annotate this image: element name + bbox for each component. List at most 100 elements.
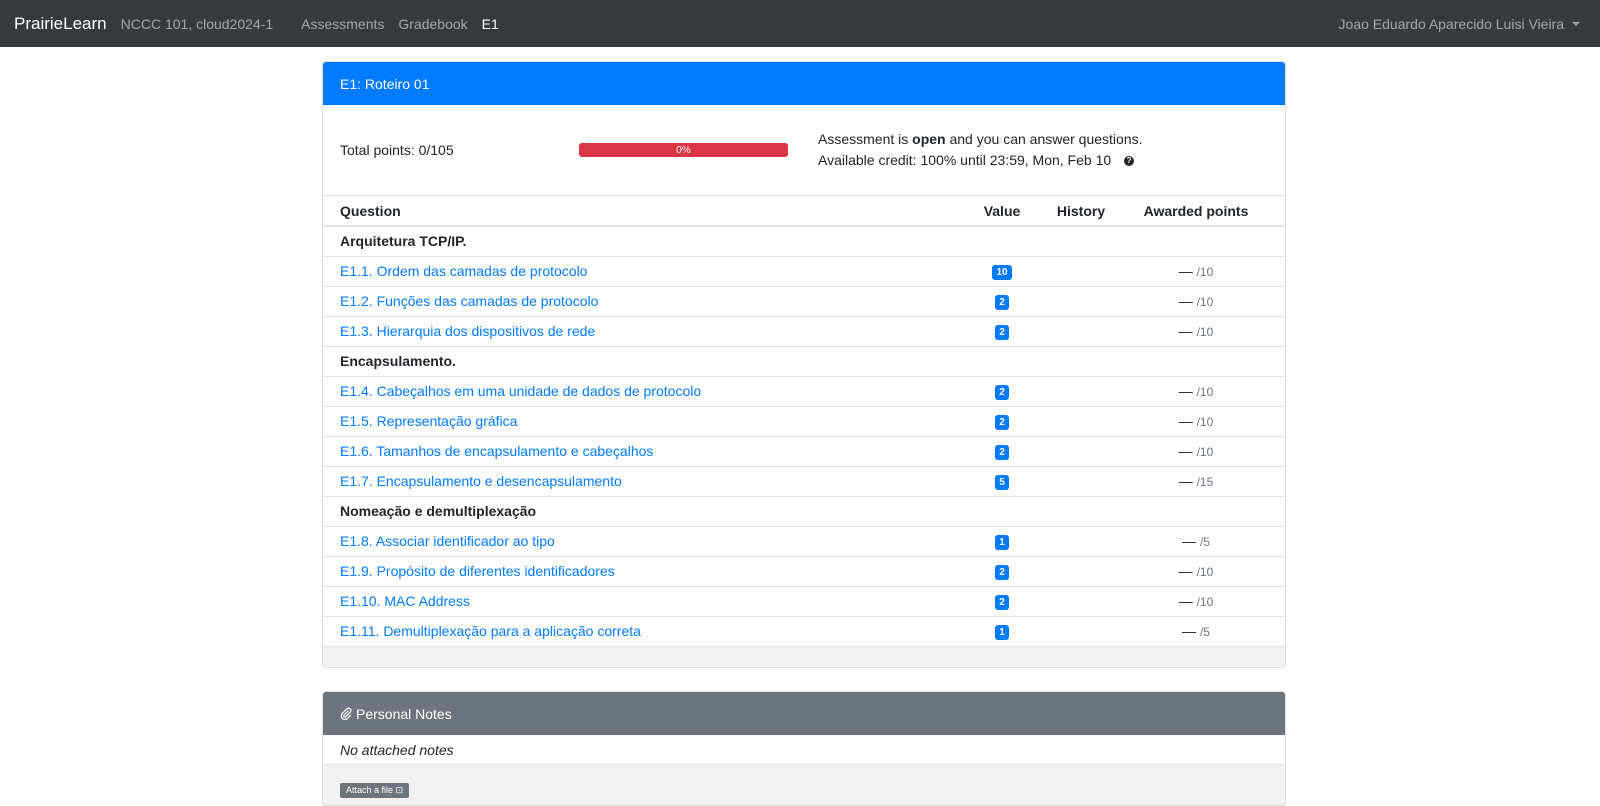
awarded-max: /10	[1196, 565, 1214, 579]
question-link[interactable]: E1.4. Cabeçalhos em uma unidade de dados…	[340, 383, 701, 399]
assessment-card: E1: Roteiro 01 Total points: 0/105 0% As…	[322, 61, 1286, 668]
question-link[interactable]: E1.11. Demultiplexação para a aplicação …	[340, 623, 641, 639]
value-badge: 2	[995, 295, 1009, 310]
brand-link[interactable]: PrairieLearn	[14, 14, 107, 34]
value-cell: 2	[967, 375, 1037, 406]
question-link[interactable]: E1.10. MAC Address	[340, 593, 470, 609]
question-row: E1.5. Representação gráfica 2 — /10	[323, 405, 1285, 436]
awarded-cell: — /5	[1125, 525, 1285, 556]
awarded-cell: — /5	[1125, 615, 1285, 646]
awarded-dash: —	[1182, 533, 1197, 549]
awarded-max: /10	[1196, 415, 1214, 429]
awarded-cell: — /10	[1125, 255, 1285, 286]
nav-gradebook[interactable]: Gradebook	[398, 16, 467, 32]
history-cell	[1037, 405, 1125, 436]
question-link[interactable]: E1.8. Associar identificador ao tipo	[340, 533, 555, 549]
history-cell	[1037, 435, 1125, 466]
value-badge: 1	[995, 535, 1009, 550]
group-row: Arquitetura TCP/IP.	[323, 226, 1285, 256]
question-link[interactable]: E1.9. Propósito de diferentes identifica…	[340, 563, 615, 579]
card-footer	[323, 646, 1285, 667]
history-cell	[1037, 315, 1125, 346]
value-cell: 2	[967, 285, 1037, 316]
question-link[interactable]: E1.3. Hierarquia dos dispositivos de red…	[340, 323, 595, 339]
group-row: Encapsulamento.	[323, 345, 1285, 376]
assessment-status: Assessment is open and you can answer qu…	[818, 129, 1143, 171]
points-progress-bar: 0%	[579, 143, 788, 157]
status-prefix: Assessment is	[818, 131, 913, 147]
history-cell	[1037, 285, 1125, 316]
question-cell: E1.10. MAC Address	[323, 585, 967, 616]
awarded-max: /10	[1196, 295, 1214, 309]
help-icon[interactable]: ?	[1124, 156, 1135, 167]
value-badge: 2	[995, 325, 1009, 340]
awarded-dash: —	[1178, 413, 1193, 429]
group-row: Nomeação e demultiplexação	[323, 495, 1285, 526]
question-link[interactable]: E1.5. Representação gráfica	[340, 413, 517, 429]
value-badge: 2	[995, 445, 1009, 460]
question-link[interactable]: E1.2. Funções das camadas de protocolo	[340, 293, 598, 309]
value-cell: 2	[967, 405, 1037, 436]
no-notes-text: No attached notes	[323, 735, 1285, 765]
awarded-max: /10	[1196, 385, 1214, 399]
question-cell: E1.3. Hierarquia dos dispositivos de red…	[323, 315, 967, 346]
awarded-max: /5	[1199, 535, 1210, 549]
awarded-cell: — /10	[1125, 435, 1285, 466]
assessment-container: E1: Roteiro 01 Total points: 0/105 0% As…	[322, 61, 1286, 668]
nav-assessments[interactable]: Assessments	[301, 16, 384, 32]
question-cell: E1.9. Propósito de diferentes identifica…	[323, 555, 967, 586]
questions-table: Question Value History Awarded points Ar…	[323, 196, 1285, 646]
value-badge: 1	[995, 625, 1009, 641]
awarded-max: /10	[1196, 595, 1214, 609]
history-cell	[1037, 465, 1125, 496]
value-badge: 2	[995, 595, 1009, 610]
value-badge: 2	[995, 385, 1009, 400]
question-row: E1.2. Funções das camadas de protocolo 2 —…	[323, 285, 1285, 316]
header-history: History	[1037, 196, 1125, 227]
question-row: E1.7. Encapsulamento e desencapsulamento…	[323, 465, 1285, 496]
nav-e1[interactable]: E1	[482, 16, 499, 32]
header-value: Value	[967, 196, 1037, 227]
question-row: E1.3. Hierarquia dos dispositivos de red…	[323, 315, 1285, 346]
awarded-cell: — /15	[1125, 465, 1285, 496]
awarded-cell: — /10	[1125, 405, 1285, 436]
question-row: E1.9. Propósito de diferentes identifica…	[323, 555, 1285, 586]
header-question: Question	[323, 196, 967, 227]
awarded-dash: —	[1178, 383, 1193, 399]
awarded-dash: —	[1178, 323, 1193, 339]
paperclip-icon	[340, 707, 352, 720]
total-points: Total points: 0/105	[340, 142, 454, 158]
question-cell: E1.1. Ordem das camadas de protocolo	[323, 255, 967, 286]
header-awarded-points: Awarded points	[1125, 196, 1285, 227]
attach-file-button[interactable]: Attach a file ⊡	[340, 783, 410, 798]
value-cell: 1	[967, 615, 1037, 646]
value-cell: 2	[967, 435, 1037, 466]
group-title: Arquitetura TCP/IP.	[340, 233, 467, 250]
value-badge: 10	[992, 265, 1012, 280]
value-cell: 1	[967, 525, 1037, 556]
awarded-max: /15	[1196, 475, 1214, 489]
history-cell	[1037, 525, 1125, 556]
notes-title: Personal Notes	[356, 705, 452, 722]
value-badge: 2	[995, 565, 1009, 580]
user-menu[interactable]: Joao Eduardo Aparecido Luisi Vieira	[1339, 0, 1580, 47]
question-cell: E1.5. Representação gráfica	[323, 405, 967, 436]
history-cell	[1037, 375, 1125, 406]
question-link[interactable]: E1.7. Encapsulamento e desencapsulamento	[340, 473, 622, 489]
awarded-cell: — /10	[1125, 375, 1285, 406]
history-cell	[1037, 255, 1125, 286]
value-cell: 5	[967, 465, 1037, 496]
question-link[interactable]: E1.6. Tamanhos de encapsulamento e cabeç…	[340, 443, 653, 459]
awarded-dash: —	[1178, 563, 1193, 579]
question-row: E1.1. Ordem das camadas de protocolo 10 — …	[323, 255, 1285, 286]
question-cell: E1.8. Associar identificador ao tipo	[323, 525, 967, 556]
notes-header: Personal Notes	[323, 692, 1285, 735]
awarded-cell: — /10	[1125, 585, 1285, 616]
value-cell: 2	[967, 555, 1037, 586]
questions-body: Arquitetura TCP/IP. E1.1. Ordem das camad…	[323, 226, 1285, 646]
notes-footer: Attach a file ⊡	[323, 765, 1285, 805]
course-label[interactable]: NCCC 101, cloud2024-1	[121, 16, 274, 32]
question-row: E1.10. MAC Address 2 — /10	[323, 585, 1285, 616]
question-link[interactable]: E1.1. Ordem das camadas de protocolo	[340, 263, 587, 279]
value-cell: 2	[967, 315, 1037, 346]
